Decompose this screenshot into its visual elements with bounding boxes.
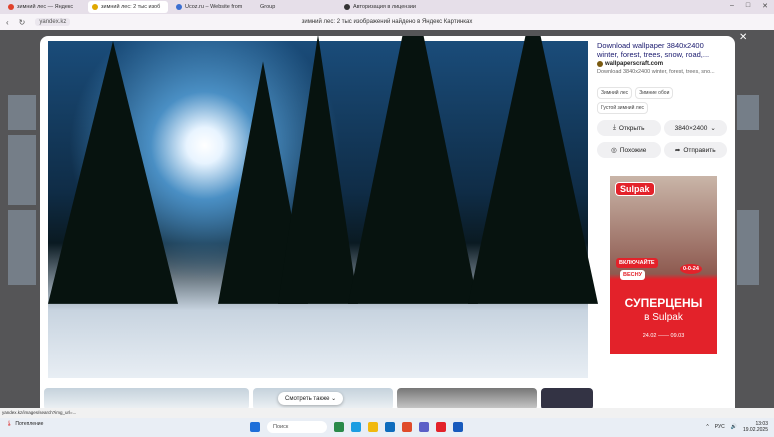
close-window-icon[interactable]: ✕: [762, 2, 768, 10]
size-dropdown[interactable]: 3840×2400 ⌄: [663, 120, 727, 136]
tab-favicon: [8, 4, 14, 10]
similar-button[interactable]: ◎ Похожие: [597, 142, 661, 158]
ad-date-from: 24.02: [642, 333, 657, 339]
related-thumb[interactable]: [541, 388, 593, 410]
share-label: Отправить: [683, 146, 716, 154]
back-icon[interactable]: ‹: [6, 18, 9, 27]
ad-headline: СУПЕРЦЕНЫ: [624, 296, 703, 310]
word-icon[interactable]: [453, 422, 463, 432]
chrome-icon[interactable]: [402, 422, 412, 432]
tab-label: зимний лес: 2 тыс изоб: [101, 4, 161, 10]
url-field[interactable]: yandex.kz: [35, 18, 71, 26]
status-url: yandex.kz/images/search?img_url=...: [0, 408, 774, 418]
clock[interactable]: 13:03 19.02.2025: [743, 421, 768, 433]
similar-icon: ◎: [611, 147, 617, 154]
tab-4[interactable]: Авторизация в лицензии: [340, 1, 420, 13]
date: 19.02.2025: [742, 427, 768, 433]
tab-2[interactable]: Ucoz.ru – Website from: [172, 1, 252, 13]
tab-label: Авторизация в лицензии: [353, 4, 417, 10]
ad-date-to: 09.03: [670, 333, 685, 339]
address-bar: ‹ ↻ yandex.kz зимний лес: 2 тыс изображен…: [0, 14, 774, 30]
chevron-up-icon[interactable]: ^: [706, 424, 708, 430]
ad-tag: ВКЛЮЧАЙТЕ: [616, 258, 658, 268]
explorer-icon[interactable]: [368, 422, 378, 432]
reload-icon[interactable]: ↻: [19, 18, 26, 27]
ad-promo: 0-0-24: [680, 264, 702, 274]
widgets-icon[interactable]: [334, 422, 344, 432]
teams-icon[interactable]: [419, 422, 429, 432]
source-title[interactable]: Download wallpaper 3840x2400 winter, for…: [597, 41, 727, 59]
open-label: Открыть: [618, 124, 645, 132]
tab-label: Group: [260, 4, 276, 10]
open-button[interactable]: ⤓ Открыть: [597, 120, 661, 136]
outlook-icon[interactable]: [385, 422, 395, 432]
thermometer-icon: 🌡: [6, 421, 13, 427]
share-icon: ➦: [674, 147, 681, 154]
weather-label: Потепление: [15, 421, 44, 427]
chip-search[interactable]: Зимние обои: [635, 87, 674, 99]
yandex-browser-icon[interactable]: [436, 422, 446, 432]
source-description: Download 3840x2400 winter, forest, trees…: [597, 69, 715, 75]
start-icon[interactable]: [250, 422, 260, 432]
volume-icon[interactable]: 🔊: [731, 424, 737, 430]
ad-subheadline: в Sulpak: [644, 312, 683, 323]
maximize-icon[interactable]: □: [746, 2, 750, 10]
see-more-label: Смотреть также: [285, 396, 330, 402]
tab-bar: зимний лес — Яндекс зимний лес: 2 тыс из…: [0, 0, 774, 14]
tab-label: Ucoz.ru – Website from: [185, 4, 243, 10]
weather-widget[interactable]: 🌡 Потепление: [6, 421, 43, 427]
info-panel: Download wallpaper 3840x2400 winter, for…: [597, 41, 727, 158]
chip-search[interactable]: Зимний лес: [597, 87, 633, 99]
tab-0[interactable]: зимний лес — Яндекс: [4, 1, 84, 13]
download-icon: ⤓: [613, 124, 616, 131]
tab-label: зимний лес — Яндекс: [17, 4, 74, 10]
taskbar: 🌡 Потепление Поиск ^ РУС 🔊 13:03 19.02.2025: [0, 418, 774, 437]
ad-brand-logo: Sulpak: [615, 182, 655, 196]
see-more-button[interactable]: Смотреть также ⌄: [278, 392, 344, 405]
site-icon: [597, 61, 603, 67]
tab-3[interactable]: Group: [256, 1, 336, 13]
ad-tag: ВЕСНУ: [620, 270, 646, 280]
chip-search[interactable]: Густой зимний лес: [597, 102, 648, 114]
share-button[interactable]: ➦ Отправить: [663, 142, 727, 158]
size-label: 3840×2400: [674, 124, 708, 132]
tab-1[interactable]: зимний лес: 2 тыс изоб: [88, 1, 168, 13]
chevron-down-icon: ⌄: [710, 125, 716, 132]
main-image[interactable]: [48, 36, 598, 378]
close-icon[interactable]: ✕: [739, 32, 747, 43]
related-thumb[interactable]: [44, 388, 249, 410]
taskbar-search[interactable]: Поиск: [267, 421, 327, 433]
tab-favicon: [344, 4, 350, 10]
edge-icon[interactable]: [351, 422, 361, 432]
image-viewer-modal: Download wallpaper 3840x2400 winter, for…: [40, 36, 735, 410]
tab-favicon: [92, 4, 98, 10]
similar-label: Похожие: [619, 146, 647, 154]
page-title: зимний лес: 2 тыс изображений найдено в …: [301, 19, 473, 25]
advertisement[interactable]: Sulpak ВКЛЮЧАЙТЕ ВЕСНУ 0-0-24 СУПЕРЦЕНЫ …: [610, 176, 717, 354]
source-site[interactable]: wallpaperscraft.com: [605, 61, 663, 67]
tab-favicon: [176, 4, 182, 10]
related-thumb[interactable]: [397, 388, 537, 410]
language-indicator[interactable]: РУС: [715, 424, 725, 430]
minimize-icon[interactable]: –: [730, 2, 734, 10]
